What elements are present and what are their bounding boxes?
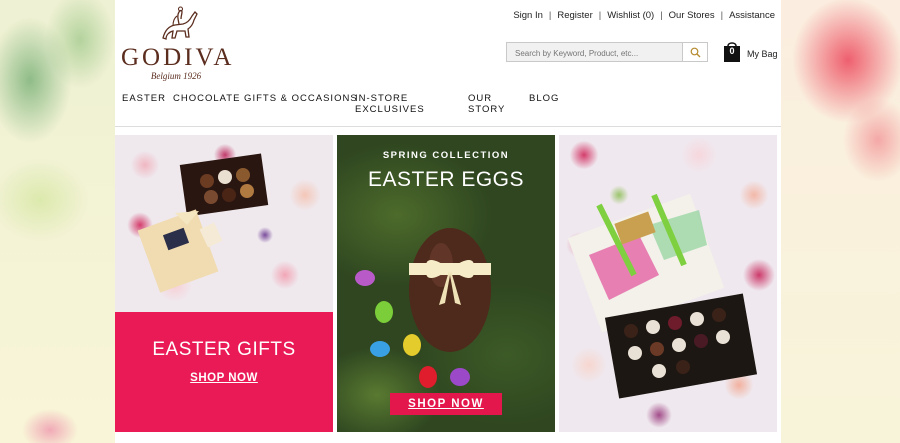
search-input[interactable] bbox=[507, 44, 685, 63]
horse-rider-logo-icon bbox=[162, 6, 198, 40]
our-stores-link[interactable]: Our Stores bbox=[669, 10, 715, 21]
utility-nav: Sign In | Register | Wishlist (0) | Our Stores… bbox=[513, 10, 775, 21]
brand-name: GODIVA bbox=[121, 44, 235, 71]
nav-divider bbox=[115, 126, 781, 127]
chocolate-gift-box-image bbox=[137, 153, 269, 293]
shop-now-link[interactable]: SHOP NOW bbox=[115, 372, 333, 384]
divider: | bbox=[660, 10, 663, 21]
shop-now-button[interactable]: SHOP NOW bbox=[390, 393, 502, 415]
brand-tagline: Belgium 1926 bbox=[150, 71, 202, 81]
main-nav: EASTER CHOCOLATE GIFTS & OCCASIONS IN-ST… bbox=[115, 93, 781, 123]
bag-count: 0 bbox=[729, 46, 735, 56]
background-watercolor-right bbox=[778, 0, 900, 443]
promo-kicker: SPRING COLLECTION bbox=[382, 150, 510, 161]
promo-title: EASTER EGGS bbox=[367, 168, 525, 191]
promo-easter-gifts[interactable]: EASTER GIFTS SHOP NOW bbox=[115, 135, 333, 432]
search-box bbox=[506, 42, 708, 63]
promo-easter-eggs[interactable]: SPRING COLLECTION EASTER EGGS SHOP NOW bbox=[337, 135, 555, 432]
assistance-link[interactable]: Assistance bbox=[729, 10, 775, 21]
search-button[interactable] bbox=[682, 43, 707, 61]
nav-item-our-story[interactable]: OUR STORY bbox=[468, 93, 508, 115]
godiva-logo[interactable]: GODIVA Belgium 1926 bbox=[121, 4, 231, 82]
wishlist-link[interactable]: Wishlist (0) bbox=[607, 10, 654, 21]
my-bag-button[interactable]: 0 My Bag bbox=[723, 40, 781, 64]
nav-item-blog[interactable]: BLOG bbox=[529, 93, 559, 104]
nav-item-in-store-exclusives[interactable]: IN-STORE EXCLUSIVES bbox=[355, 93, 427, 115]
search-icon bbox=[690, 47, 700, 57]
chocolate-egg-image bbox=[355, 228, 491, 388]
spring-chocolate-box-image bbox=[567, 193, 758, 399]
page-container: GODIVA Belgium 1926 Sign In | Register | Wis… bbox=[115, 0, 781, 443]
register-link[interactable]: Register bbox=[557, 10, 592, 21]
promo-title: EASTER GIFTS bbox=[152, 339, 296, 360]
promo-spring-gift-box[interactable] bbox=[559, 135, 777, 432]
nav-item-chocolate-gifts[interactable]: CHOCOLATE GIFTS & OCCASIONS bbox=[173, 93, 358, 104]
nav-item-easter[interactable]: EASTER bbox=[122, 93, 166, 104]
divider: | bbox=[720, 10, 724, 21]
background-watercolor-left bbox=[0, 0, 118, 443]
bag-label: My Bag bbox=[747, 49, 778, 59]
divider: | bbox=[548, 10, 552, 21]
sign-in-link[interactable]: Sign In bbox=[513, 10, 543, 21]
divider: | bbox=[598, 10, 602, 21]
